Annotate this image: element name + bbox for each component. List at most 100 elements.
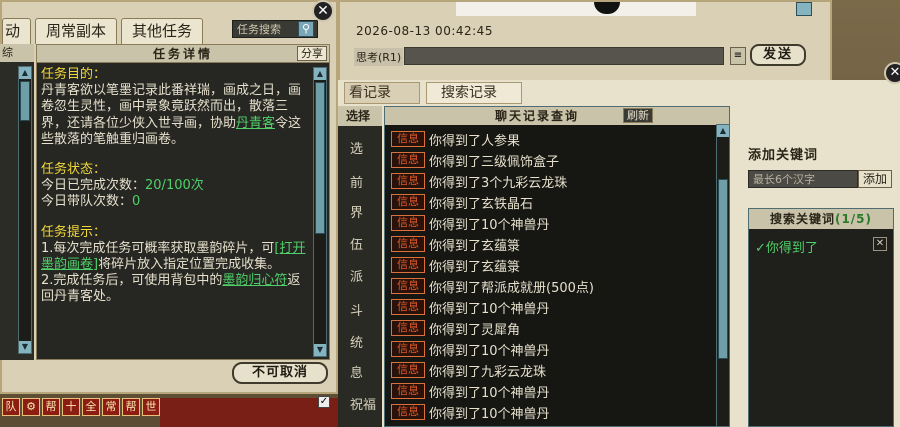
message-text: 你得到了九彩云龙珠: [429, 364, 547, 380]
tab-view-records[interactable]: 看记录: [344, 82, 420, 104]
chat-message: 信息 你得到了人参果: [391, 129, 520, 149]
channel-option[interactable]: 斗: [350, 300, 363, 319]
scroll-up-icon[interactable]: ▲: [717, 125, 729, 137]
delete-keyword-icon[interactable]: ✕: [873, 237, 887, 251]
chat-message: 信息 你得到了10个神兽丹: [391, 381, 550, 401]
info-tag[interactable]: 信息: [391, 131, 425, 147]
channel-icon-settings[interactable]: ⚙: [22, 398, 40, 416]
tab-other-quests[interactable]: 其他任务: [121, 18, 204, 44]
chat-message: 信息 你得到了帮派成就册(500点): [391, 276, 594, 296]
info-tag[interactable]: 信息: [391, 299, 425, 315]
message-text: 你得到了玄蕴箓: [429, 259, 521, 275]
chat-input[interactable]: [404, 47, 724, 65]
channel-icon-guild[interactable]: 帮: [42, 398, 60, 416]
quest-detail-title: 任务详情: [152, 47, 213, 61]
message-text: 你得到了10个神兽丹: [429, 343, 550, 359]
channel-option[interactable]: 前: [350, 172, 363, 191]
scroll-thumb[interactable]: [20, 81, 30, 121]
channel-icon-all[interactable]: 全: [82, 398, 100, 416]
info-tag[interactable]: 信息: [391, 341, 425, 357]
channel-filter-head: 选择: [338, 106, 382, 126]
message-text: 你得到了玄蕴箓: [429, 238, 521, 254]
scroll-thumb[interactable]: [315, 82, 325, 234]
channel-option[interactable]: 派: [350, 266, 363, 285]
chat-message: 信息 你得到了玄铁晶石: [391, 192, 533, 212]
channel-icon-faction[interactable]: 帮: [122, 398, 140, 416]
info-tag[interactable]: 信息: [391, 362, 425, 378]
quest-tabs: 动 周常副本 其他任务: [2, 18, 207, 44]
close-icon[interactable]: ✕: [884, 62, 900, 84]
scroll-thumb[interactable]: [718, 179, 728, 359]
channel-icon-common[interactable]: 常: [102, 398, 120, 416]
think-toggle[interactable]: 思考(R1): [354, 48, 404, 66]
refresh-button[interactable]: 刷新: [623, 108, 653, 123]
search-icon[interactable]: ⚲: [298, 21, 314, 37]
keyword-item[interactable]: ✓你得到了: [755, 237, 818, 256]
info-tag[interactable]: 信息: [391, 320, 425, 336]
message-text: 你得到了10个神兽丹: [429, 385, 550, 401]
channel-option[interactable]: 统: [350, 332, 363, 351]
hint-1: 1.每次完成任务可概率获取墨韵碎片，可[打开墨韵画卷]将碎片放入指定位置完成收集…: [41, 240, 306, 273]
share-button[interactable]: 分享: [297, 46, 327, 61]
message-text: 你得到了玄铁晶石: [429, 196, 534, 212]
purpose-heading: 任务目的：: [41, 67, 107, 82]
detail-scrollbar[interactable]: ▲ ▼: [313, 67, 327, 357]
chat-message: 信息 你得到了三级佩饰盒子: [391, 150, 559, 170]
quest-detail-body: 任务目的： 丹青客欲以笔墨记录此番祥瑞，画成之日，画卷忽生灵性，画中景象竟跃然而…: [41, 67, 311, 357]
info-tag[interactable]: 信息: [391, 236, 425, 252]
info-tag[interactable]: 信息: [391, 194, 425, 210]
message-text: 你得到了帮派成就册(500点): [429, 280, 594, 296]
chat-list-title: 聊天记录查询: [494, 109, 579, 123]
channel-option[interactable]: 息: [350, 362, 363, 381]
info-tag[interactable]: 信息: [391, 152, 425, 168]
add-keyword-title: 添加关键词: [748, 148, 819, 163]
keyword-input[interactable]: 最长6个汉字: [748, 170, 858, 188]
chat-message: 信息 你得到了3个九彩云龙珠: [391, 171, 567, 191]
checkbox-blessing[interactable]: ✓: [318, 396, 330, 408]
channel-option[interactable]: 选: [350, 138, 363, 157]
add-keyword-button[interactable]: 添加: [858, 170, 892, 188]
hint-2: 2.完成任务后，可使用背包中的墨韵归心符返回丹青客处。: [41, 273, 301, 305]
channel-option[interactable]: 伍: [350, 234, 363, 253]
chat-message: 信息 你得到了10个神兽丹: [391, 402, 550, 422]
chat-image-strip: [456, 2, 696, 16]
scroll-up-icon[interactable]: ▲: [314, 68, 326, 80]
cannot-cancel-button[interactable]: 不可取消: [232, 362, 328, 384]
chat-input-panel: 2026-08-13 00:42:45 思考(R1) ≡ 发送: [338, 0, 832, 86]
status-heading: 任务状态：: [41, 162, 107, 178]
scroll-down-icon[interactable]: ▼: [314, 344, 326, 356]
tab-activity[interactable]: 动: [2, 18, 32, 44]
tab-weekly-dungeon[interactable]: 周常副本: [35, 18, 118, 44]
channel-option[interactable]: 祝福: [350, 394, 376, 413]
channel-icon-plus[interactable]: 十: [62, 398, 80, 416]
info-tag[interactable]: 信息: [391, 173, 425, 189]
close-icon[interactable]: ✕: [312, 0, 334, 22]
send-button[interactable]: 发送: [750, 44, 806, 66]
info-tag[interactable]: 信息: [391, 257, 425, 273]
channel-icon-world[interactable]: 世: [142, 398, 160, 416]
scroll-down-icon[interactable]: ▼: [19, 341, 31, 353]
hint-heading: 任务提示：: [41, 224, 107, 240]
quest-list-scrollbar[interactable]: ▲ ▼: [18, 66, 32, 354]
purpose-text: 丹青客欲以笔墨记录此番祥瑞，画成之日，画卷忽生灵性，画中景象竟跃然而出，散落三界…: [41, 83, 302, 147]
chat-message: 信息 你得到了九彩云龙珠: [391, 360, 546, 380]
chat-message: 信息 你得到了灵犀角: [391, 318, 520, 338]
status-done: 今日已完成次数：20/100次: [41, 178, 204, 194]
channel-icon-team[interactable]: 队: [2, 398, 20, 416]
tab-search-records[interactable]: 搜索记录: [426, 82, 522, 104]
keyword-panel: 添加关键词 最长6个汉字 添加 搜索关键词(1/5) ✓你得到了 ✕: [744, 140, 896, 427]
quest-list-head: 综: [0, 44, 34, 62]
list-icon[interactable]: ≡: [730, 47, 746, 65]
chat-scroll-up-icon[interactable]: [796, 2, 812, 16]
npc-link[interactable]: 丹青客: [236, 116, 275, 131]
channel-option[interactable]: 界: [350, 202, 363, 221]
bottom-channel-bar: 队 ⚙ 帮 十 全 常 帮 世: [0, 398, 160, 418]
chat-scrollbar[interactable]: ▲: [716, 124, 730, 427]
item-link[interactable]: 墨韵归心符: [222, 273, 287, 288]
chat-message: 信息 你得到了10个神兽丹: [391, 339, 550, 359]
info-tag[interactable]: 信息: [391, 383, 425, 399]
info-tag[interactable]: 信息: [391, 278, 425, 294]
info-tag[interactable]: 信息: [391, 215, 425, 231]
scroll-up-icon[interactable]: ▲: [19, 67, 31, 79]
info-tag[interactable]: 信息: [391, 404, 425, 420]
